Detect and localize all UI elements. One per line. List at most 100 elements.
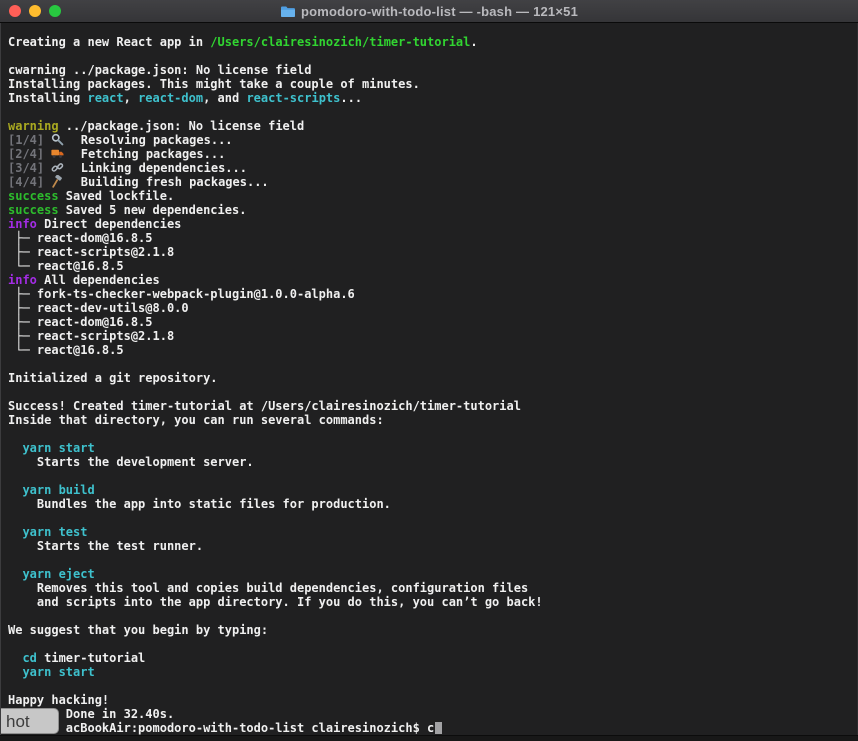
zoom-button[interactable] <box>49 5 61 17</box>
terminal-text: yarn start <box>22 665 94 679</box>
screenshot-overlay-label: hot <box>6 712 30 731</box>
minimize-button[interactable] <box>29 5 41 17</box>
terminal-text: react-scripts <box>246 91 340 105</box>
terminal-line <box>8 105 857 119</box>
terminal-text: success <box>8 189 59 203</box>
terminal-line: success Saved lockfile. <box>8 189 857 203</box>
terminal-line: info Direct dependencies <box>8 217 857 231</box>
terminal-line: Done in 32.40s. <box>8 707 857 721</box>
terminal-line: Initialized a git repository. <box>8 371 857 385</box>
terminal-screen[interactable]: Creating a new React app in /Users/clair… <box>0 23 858 735</box>
terminal-line <box>8 427 857 441</box>
terminal-line: ├─ react-dev-utils@8.0.0 <box>8 301 857 315</box>
window-bottom-edge <box>0 735 858 741</box>
terminal-text: and scripts into the app directory. If y… <box>8 595 543 609</box>
terminal-text: We suggest that you begin by typing: <box>8 623 268 637</box>
terminal-text: [3/4] <box>8 161 51 175</box>
text-cursor <box>435 722 442 734</box>
terminal-text: success <box>8 203 59 217</box>
terminal-text: Starts the development server. <box>8 455 254 469</box>
terminal-line: yarn test <box>8 525 857 539</box>
terminal-text: [4/4] <box>8 175 51 189</box>
terminal-text: Fetching packages... <box>66 147 225 161</box>
terminal-line <box>8 357 857 371</box>
terminal-text: [1/4] <box>8 133 51 147</box>
terminal-text: acBookAir:pomodoro-with-todo-list claire… <box>8 721 434 735</box>
terminal-text <box>8 651 22 665</box>
terminal-line: yarn start <box>8 665 857 679</box>
terminal-line: and scripts into the app directory. If y… <box>8 595 857 609</box>
terminal-line: info All dependencies <box>8 273 857 287</box>
terminal-line: ├─ react-dom@16.8.5 <box>8 231 857 245</box>
terminal-text <box>8 525 22 539</box>
terminal-text: Success! Created timer-tutorial at /User… <box>8 399 521 413</box>
terminal-text: react-dom <box>138 91 203 105</box>
terminal-text: Installing packages. This might take a c… <box>8 77 420 91</box>
terminal-text: ├─ react-dom@16.8.5 <box>8 315 153 329</box>
terminal-line <box>8 511 857 525</box>
terminal-text: └─ react@16.8.5 <box>8 343 124 357</box>
terminal-text: ... <box>340 91 362 105</box>
terminal-text: ├─ react-dom@16.8.5 <box>8 231 153 245</box>
terminal-text: Bundles the app into static files for pr… <box>8 497 391 511</box>
terminal-text: . <box>470 35 477 49</box>
terminal-line: cwarning ../package.json: No license fie… <box>8 63 857 77</box>
terminal-output: Creating a new React app in /Users/clair… <box>8 35 857 735</box>
terminal-line: Happy hacking! <box>8 693 857 707</box>
terminal-line: ├─ react-dom@16.8.5 <box>8 315 857 329</box>
terminal-line: acBookAir:pomodoro-with-todo-list claire… <box>8 721 857 735</box>
magnifier-icon <box>51 133 66 146</box>
terminal-window: pomodoro-with-todo-list — -bash — 121×51… <box>0 0 858 741</box>
terminal-line: We suggest that you begin by typing: <box>8 623 857 637</box>
terminal-line <box>8 385 857 399</box>
terminal-line <box>8 553 857 567</box>
terminal-line: └─ react@16.8.5 <box>8 259 857 273</box>
terminal-line: yarn build <box>8 483 857 497</box>
terminal-line: cd timer-tutorial <box>8 651 857 665</box>
terminal-line: Inside that directory, you can run sever… <box>8 413 857 427</box>
terminal-line: warning ../package.json: No license fiel… <box>8 119 857 133</box>
terminal-text: Saved 5 new dependencies. <box>59 203 247 217</box>
terminal-text: Inside that directory, you can run sever… <box>8 413 384 427</box>
terminal-text: ├─ fork-ts-checker-webpack-plugin@1.0.0-… <box>8 287 355 301</box>
terminal-line: ├─ react-scripts@2.1.8 <box>8 245 857 259</box>
terminal-line: Installing packages. This might take a c… <box>8 77 857 91</box>
terminal-text: ../package.json: No license field <box>59 119 305 133</box>
terminal-line <box>8 469 857 483</box>
terminal-text: Removes this tool and copies build depen… <box>8 581 528 595</box>
terminal-line: [3/4] Linking dependencies... <box>8 161 857 175</box>
window-controls <box>9 0 61 22</box>
terminal-line <box>8 637 857 651</box>
titlebar[interactable]: pomodoro-with-todo-list — -bash — 121×51 <box>0 0 858 23</box>
hammer-icon <box>51 175 66 188</box>
terminal-text: cd <box>22 651 36 665</box>
terminal-text: , and <box>203 91 246 105</box>
terminal-text: ├─ react-scripts@2.1.8 <box>8 329 174 343</box>
folder-icon <box>280 5 296 18</box>
terminal-text <box>8 665 22 679</box>
close-button[interactable] <box>9 5 21 17</box>
terminal-text: Direct dependencies <box>37 217 182 231</box>
terminal-text: Installing <box>8 91 87 105</box>
window-title: pomodoro-with-todo-list — -bash — 121×51 <box>301 4 578 19</box>
terminal-line <box>8 49 857 63</box>
terminal-line: success Saved 5 new dependencies. <box>8 203 857 217</box>
terminal-text: yarn eject <box>22 567 94 581</box>
screenshot-overlay[interactable]: hot <box>1 708 59 734</box>
terminal-text: Starts the test runner. <box>8 539 203 553</box>
terminal-text: react <box>87 91 123 105</box>
terminal-line: [1/4] Resolving packages... <box>8 133 857 147</box>
terminal-text: Saved lockfile. <box>59 189 175 203</box>
terminal-text: yarn build <box>22 483 94 497</box>
terminal-text: Linking dependencies... <box>66 161 247 175</box>
terminal-text <box>8 567 22 581</box>
terminal-text: ├─ react-dev-utils@8.0.0 <box>8 301 189 315</box>
terminal-line: Removes this tool and copies build depen… <box>8 581 857 595</box>
terminal-line: └─ react@16.8.5 <box>8 343 857 357</box>
terminal-line: yarn eject <box>8 567 857 581</box>
terminal-text: /Users/clairesinozich/timer-tutorial <box>210 35 470 49</box>
terminal-text <box>8 441 22 455</box>
terminal-text: Resolving packages... <box>66 133 232 147</box>
terminal-line: Starts the development server. <box>8 455 857 469</box>
window-title-group: pomodoro-with-todo-list — -bash — 121×51 <box>280 4 578 19</box>
